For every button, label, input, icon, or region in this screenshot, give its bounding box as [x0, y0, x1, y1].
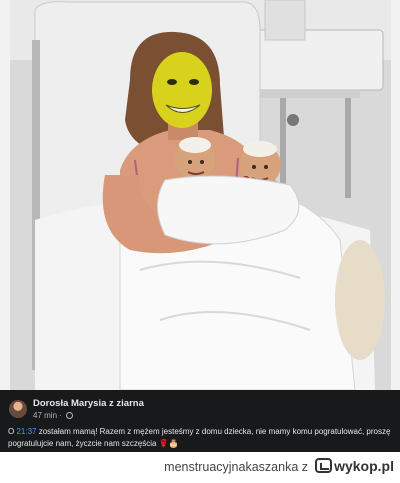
hospital-photo-illustration: [10, 0, 391, 390]
wykop-brand-text: wykop.pl: [334, 458, 394, 474]
post-time-link[interactable]: 21:37: [16, 427, 36, 436]
meme-frame: Dorosła Marysia z ziarna 47 min · O 21:3…: [0, 0, 400, 452]
wykop-logo[interactable]: wykop.pl: [315, 458, 394, 476]
globe-icon: [66, 412, 74, 419]
face-sticker-yellow: [152, 52, 212, 128]
post-photo[interactable]: [10, 0, 391, 390]
author-avatar[interactable]: [9, 400, 27, 418]
wykop-footer: menstruacyjnakaszanka z wykop.pl: [0, 452, 400, 483]
rose-cake-emoji-icon: 🌹🎂: [158, 439, 179, 448]
post-body: zostałam mamą! Razem z mężem jesteśmy z …: [8, 427, 391, 448]
wykop-icon: [315, 458, 333, 473]
post-meta: 47 min ·: [33, 411, 74, 420]
post-author-name[interactable]: Dorosła Marysia z ziarna: [33, 398, 144, 409]
facebook-post: Dorosła Marysia z ziarna 47 min · O 21:3…: [0, 390, 400, 452]
post-text: O 21:37 zostałam mamą! Razem z mężem jes…: [8, 426, 394, 450]
post-timestamp[interactable]: 47 min ·: [33, 411, 62, 420]
post-text-prefix: O: [8, 427, 15, 436]
footer-source-text: menstruacyjnakaszanka z: [164, 460, 308, 474]
